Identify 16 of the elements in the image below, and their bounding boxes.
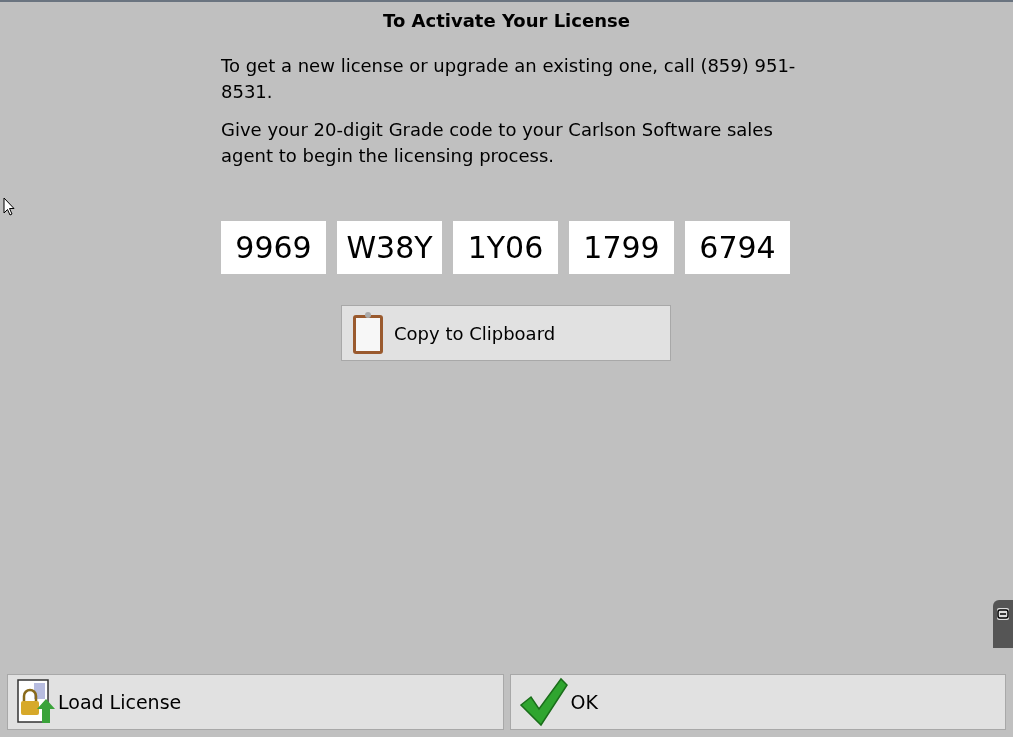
lock-document-icon: [16, 679, 56, 725]
ok-button[interactable]: OK: [509, 674, 1006, 730]
copy-to-clipboard-button[interactable]: Copy to Clipboard: [341, 305, 671, 361]
dialog-title: To Activate Your License: [382, 10, 631, 31]
code-field: W38Y: [337, 221, 442, 274]
clipboard-icon: [352, 311, 384, 355]
instruction-text: Give your 20-digit Grade code to your Carlson Software sales agent to begin the licensing process.: [221, 118, 774, 168]
side-tab-icon[interactable]: [993, 600, 1013, 648]
code-field: 1Y06: [453, 221, 558, 274]
code-field: 1799: [569, 221, 674, 274]
load-license-button[interactable]: Load License: [7, 674, 504, 730]
cursor-icon: [3, 197, 15, 217]
code-field: 6794: [685, 221, 790, 274]
code-field: 9969: [221, 221, 326, 274]
checkmark-icon: [518, 677, 569, 727]
instruction-text: To get a new license or upgrade an existing one, call (859) 951-8531.: [221, 54, 797, 104]
